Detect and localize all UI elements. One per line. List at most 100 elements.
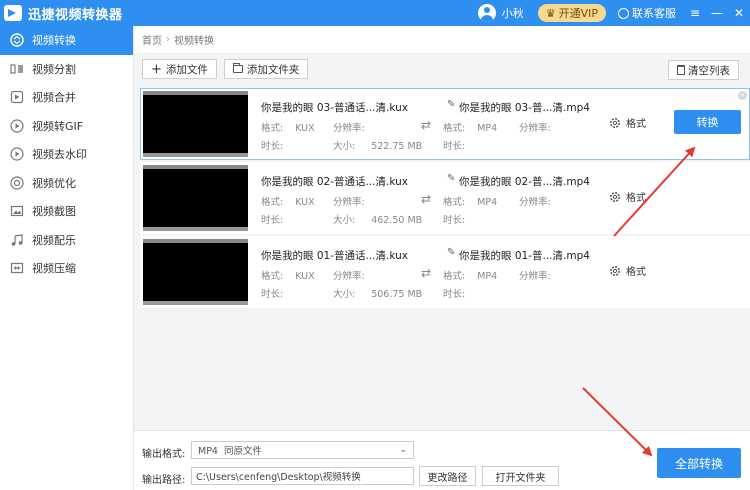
add-file-button[interactable]: + 添加文件 xyxy=(142,59,217,79)
chevron-down-icon: ⌄ xyxy=(399,445,407,455)
format-settings-button[interactable]: 格式 xyxy=(609,263,646,278)
crown-icon: ♛ xyxy=(545,6,556,20)
clear-list-button[interactable]: 清空列表 xyxy=(668,60,739,80)
output-path-input[interactable]: C:\Users\cenfeng\Desktop\视频转换 xyxy=(191,467,414,485)
output-file-name: 你是我的眼 03-普...清.mp4 xyxy=(459,102,590,114)
format-label: 格式 xyxy=(626,267,646,278)
format-label: 格式 xyxy=(626,193,646,204)
sidebar-item-merge[interactable]: 视频合并 xyxy=(0,83,133,112)
minimize-icon[interactable]: — xyxy=(706,0,728,26)
close-icon[interactable]: ✕ xyxy=(728,0,750,26)
change-path-button[interactable]: 更改路径 xyxy=(419,466,476,486)
meta-label: 分辨率: xyxy=(519,123,551,134)
clear-list-label: 清空列表 xyxy=(688,64,730,77)
sidebar-item-compress[interactable]: 视频压缩 xyxy=(0,254,133,283)
screenshot-icon xyxy=(10,204,24,218)
pencil-icon[interactable]: ✎ xyxy=(447,247,455,258)
shuffle-icon: ⇄ xyxy=(421,192,432,206)
source-format: 格式: KUX xyxy=(261,194,315,208)
source-size: 大小: 462.50 MB xyxy=(333,212,422,226)
sidebar-item-label: 视频压缩 xyxy=(32,262,76,276)
meta-label: 分辨率: xyxy=(333,123,365,134)
meta-value: 506.75 MB xyxy=(371,289,423,300)
source-size: 大小: 506.75 MB xyxy=(333,286,422,300)
output-resolution: 分辨率: xyxy=(519,194,551,208)
add-folder-label: 添加文件夹 xyxy=(246,63,300,76)
meta-label: 格式: xyxy=(443,123,466,134)
sidebar-item-label: 视频截图 xyxy=(32,205,76,219)
gear-icon xyxy=(610,191,620,202)
meta-label: 格式: xyxy=(261,197,284,208)
app-logo-icon xyxy=(4,5,22,21)
video-thumbnail xyxy=(143,165,248,231)
meta-label: 时长: xyxy=(443,215,466,226)
gif-icon xyxy=(10,119,24,133)
breadcrumb-home[interactable]: 首页 xyxy=(142,32,162,47)
format-label: 格式 xyxy=(626,119,646,130)
meta-label: 时长: xyxy=(443,289,466,300)
meta-value: 522.75 MB xyxy=(371,141,423,152)
source-resolution: 分辨率: xyxy=(333,194,365,208)
add-file-label: 添加文件 xyxy=(165,63,208,76)
format-settings-button[interactable]: 格式 xyxy=(609,189,646,204)
output-duration: 时长: xyxy=(443,212,465,226)
meta-value: KUX xyxy=(295,271,315,282)
file-row[interactable]: 你是我的眼 02-普通话...清.kux 格式: KUX 分辨率: 时长: 大小:… xyxy=(140,162,750,234)
title-bar: 迅捷视频转换器 小秋 ♛ 开通VIP 联系客服 ≡ — ✕ xyxy=(0,0,750,26)
convert-button[interactable]: 转换 xyxy=(674,110,741,134)
toolbar: + 添加文件 添加文件夹 清空列表 xyxy=(134,54,750,84)
split-icon xyxy=(10,62,24,76)
file-list: 你是我的眼 03-普通话...清.kux 格式: KUX 分辨率: 时长: 大小:… xyxy=(140,88,750,310)
meta-label: 格式: xyxy=(261,271,284,282)
sidebar-item-convert[interactable]: 视频转换 xyxy=(0,26,133,55)
user-avatar-icon[interactable] xyxy=(477,4,496,22)
meta-label: 分辨率: xyxy=(519,197,551,208)
pencil-icon[interactable]: ✎ xyxy=(447,173,455,184)
source-file-name: 你是我的眼 02-普通话...清.kux xyxy=(261,176,408,188)
breadcrumb-separator: › xyxy=(166,34,170,45)
add-folder-button[interactable]: 添加文件夹 xyxy=(223,59,309,79)
sidebar-item-optimize[interactable]: 视频优化 xyxy=(0,169,133,198)
main-panel: 首页 › 视频转换 + 添加文件 添加文件夹 清空列表 你是我的眼 03-普通话… xyxy=(134,26,750,490)
sidebar-item-label: 视频优化 xyxy=(32,176,76,190)
output-format-value: MP4 同原文件 xyxy=(198,446,263,457)
meta-label: 时长: xyxy=(261,215,284,226)
output-format-select[interactable]: MP4 同原文件 ⌄ xyxy=(191,441,414,459)
file-row[interactable]: 你是我的眼 01-普通话...清.kux 格式: KUX 分辨率: 时长: 大小:… xyxy=(140,236,750,308)
meta-value: KUX xyxy=(295,123,315,134)
sidebar-item-watermark[interactable]: 视频去水印 xyxy=(0,140,133,169)
output-resolution: 分辨率: xyxy=(519,268,551,282)
source-resolution: 分辨率: xyxy=(333,120,365,134)
menu-icon[interactable]: ≡ xyxy=(684,0,706,26)
meta-label: 大小: xyxy=(333,215,356,226)
output-file-name: 你是我的眼 02-普...清.mp4 xyxy=(459,176,590,188)
trash-icon xyxy=(677,65,685,75)
source-format: 格式: KUX xyxy=(261,268,315,282)
sidebar-item-gif[interactable]: 视频转GIF xyxy=(0,112,133,141)
meta-label: 格式: xyxy=(443,197,466,208)
sidebar-item-label: 视频分割 xyxy=(32,62,76,76)
convert-all-button[interactable]: 全部转换 xyxy=(657,448,741,478)
meta-label: 格式: xyxy=(261,123,284,134)
username[interactable]: 小秋 xyxy=(502,5,524,21)
open-folder-button[interactable]: 打开文件夹 xyxy=(482,466,559,486)
meta-label: 分辨率: xyxy=(333,271,365,282)
remove-row-icon[interactable]: × xyxy=(738,91,747,100)
output-resolution: 分辨率: xyxy=(519,120,551,134)
sidebar-item-label: 视频配乐 xyxy=(32,233,76,247)
pencil-icon[interactable]: ✎ xyxy=(447,99,455,110)
output-path-label: 输出路径: xyxy=(142,475,186,486)
file-row[interactable]: 你是我的眼 03-普通话...清.kux 格式: KUX 分辨率: 时长: 大小:… xyxy=(140,88,750,160)
source-duration: 时长: xyxy=(261,138,283,152)
output-format-label: 输出格式: xyxy=(142,449,186,460)
sidebar-item-music[interactable]: 视频配乐 xyxy=(0,226,133,255)
sidebar-item-screenshot[interactable]: 视频截图 xyxy=(0,197,133,226)
meta-label: 大小: xyxy=(333,141,356,152)
meta-label: 分辨率: xyxy=(333,197,365,208)
format-settings-button[interactable]: 格式 xyxy=(609,115,646,130)
sidebar-item-split[interactable]: 视频分割 xyxy=(0,55,133,84)
contact-service-button[interactable]: 联系客服 xyxy=(618,5,676,21)
source-duration: 时长: xyxy=(261,212,283,226)
breadcrumb-current: 视频转换 xyxy=(174,36,214,47)
vip-button[interactable]: ♛ 开通VIP xyxy=(537,4,606,22)
